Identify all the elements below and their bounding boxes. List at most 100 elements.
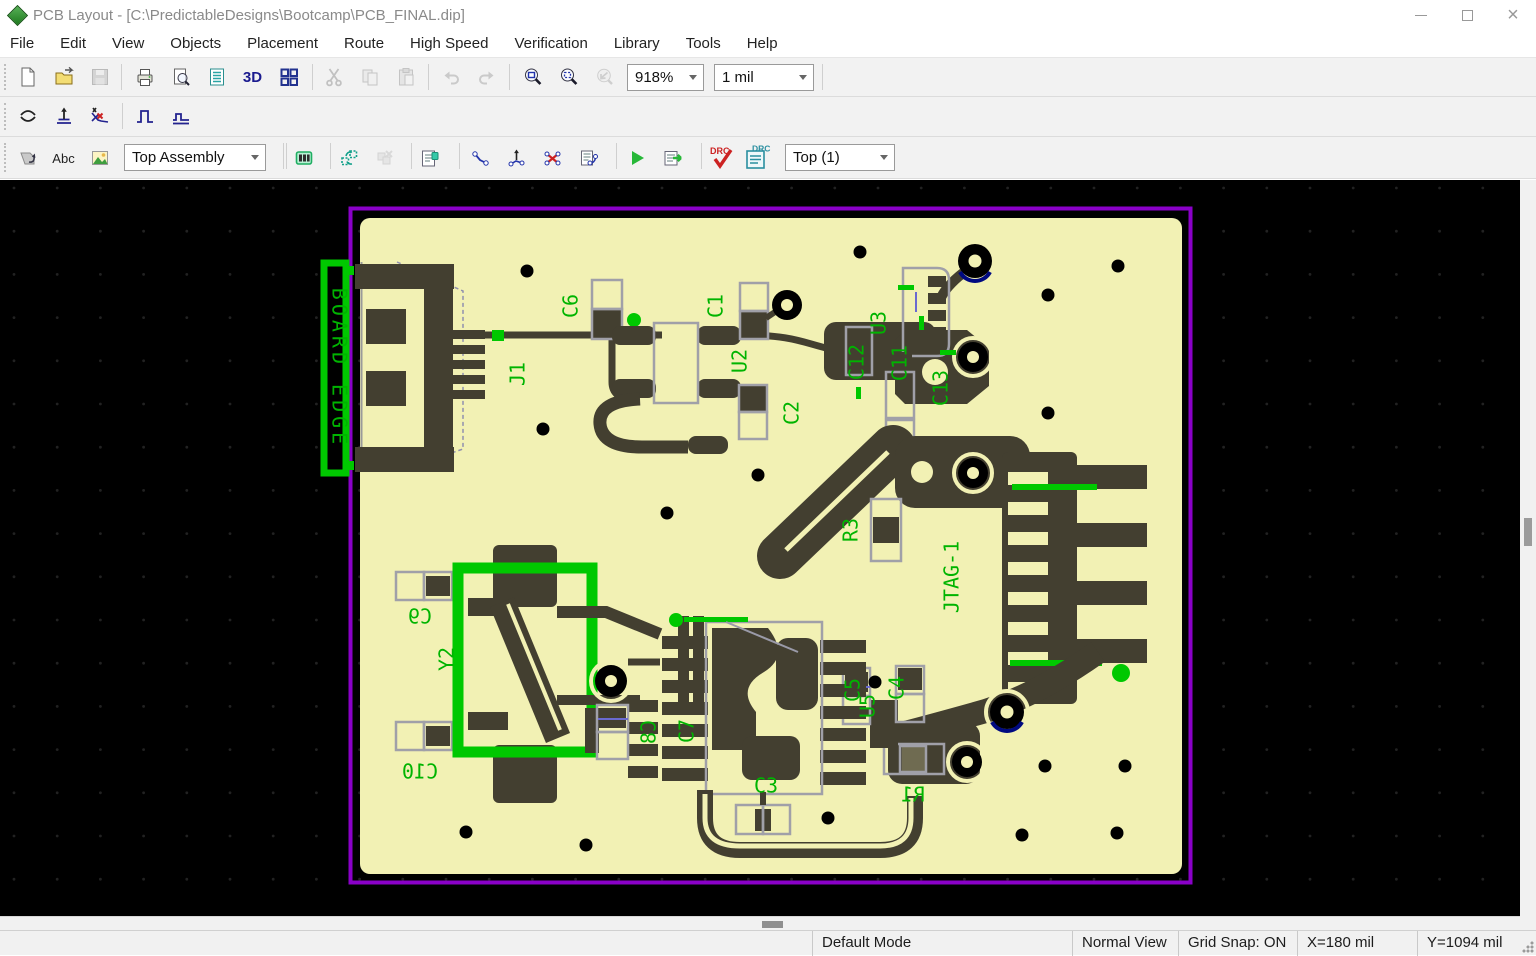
run-autorouter-icon — [626, 147, 648, 169]
silkscreen-label[interactable]: R1 — [901, 783, 925, 807]
title-bar: PCB Layout - [C:\PredictableDesigns\Boot… — [0, 0, 1536, 30]
length-match-button[interactable] — [47, 100, 80, 132]
menu-route[interactable]: Route — [331, 30, 397, 58]
silkscreen-label[interactable]: C7 — [675, 719, 699, 743]
silkscreen-label[interactable]: C11 — [888, 345, 912, 381]
meander-button[interactable] — [128, 100, 161, 132]
silkscreen-label[interactable]: Y2 — [435, 647, 459, 671]
save-file-button[interactable] — [83, 61, 116, 93]
silkscreen-label[interactable]: C13 — [929, 370, 953, 406]
pcb-drawing: BOARD EDGE J1 C6 C1 U2 C2 U3 C12 C11 C13 R3 JTAG-1 Y… — [0, 180, 1520, 916]
menu-edit[interactable]: Edit — [47, 30, 99, 58]
pattern-footprint-button[interactable] — [287, 142, 320, 174]
silkscreen-label[interactable]: BOARD EDGE — [328, 288, 352, 448]
unroute-highspeed-button[interactable] — [83, 100, 116, 132]
place-shape-button[interactable] — [11, 142, 44, 174]
redo-button[interactable] — [470, 61, 503, 93]
save-file-icon — [89, 66, 111, 88]
menu-high-speed[interactable]: High Speed — [397, 30, 501, 58]
silkscreen-label[interactable]: C4 — [885, 676, 909, 700]
menu-file[interactable]: File — [0, 30, 47, 58]
pattern-delete-icon — [374, 147, 396, 169]
pcb-canvas[interactable]: BOARD EDGE J1 C6 C1 U2 C2 U3 C12 C11 C13 R3 JTAG-1 Y… — [0, 180, 1520, 916]
vertical-scrollbar-thumb[interactable] — [1524, 518, 1532, 546]
menu-placement[interactable]: Placement — [234, 30, 331, 58]
vertical-scrollbar[interactable] — [1520, 180, 1536, 916]
diff-pair-button[interactable] — [11, 100, 44, 132]
place-text-button[interactable]: Abc — [47, 142, 80, 174]
silkscreen-label[interactable]: C10 — [402, 760, 438, 784]
view-3d-button[interactable]: 3D — [236, 61, 269, 93]
status-x-coordinate: X=180 mil — [1297, 931, 1417, 956]
print-preview-button[interactable] — [164, 61, 197, 93]
toolbar-grip[interactable] — [4, 103, 7, 130]
silkscreen-label[interactable]: JTAG-1 — [940, 541, 964, 613]
menu-library[interactable]: Library — [601, 30, 673, 58]
menu-verification[interactable]: Verification — [501, 30, 600, 58]
drc-report-icon: DRC — [743, 144, 773, 172]
drc-report-button[interactable]: DRC — [741, 142, 774, 174]
menu-objects[interactable]: Objects — [157, 30, 234, 58]
undo-button[interactable] — [434, 61, 467, 93]
undo-icon — [440, 66, 462, 88]
menu-view[interactable]: View — [99, 30, 157, 58]
meander-single-button[interactable] — [164, 100, 197, 132]
zoom-window-button[interactable] — [516, 61, 549, 93]
copy-button[interactable] — [353, 61, 386, 93]
close-button[interactable]: × — [1490, 0, 1536, 30]
app-logo-icon — [7, 4, 28, 25]
route-info-icon — [578, 147, 600, 169]
toolbar-separator — [283, 143, 284, 169]
active-layer-select[interactable]: Top (1) — [785, 144, 895, 171]
route-delete-button[interactable] — [536, 142, 569, 174]
silkscreen-label[interactable]: C2 — [780, 401, 804, 425]
toolbar-grip[interactable] — [4, 64, 7, 90]
silkscreen-label[interactable]: C1 — [704, 294, 728, 318]
new-file-button[interactable] — [11, 61, 44, 93]
drc-check-button[interactable]: DRC — [705, 142, 738, 174]
autorouter-report-button[interactable] — [656, 142, 689, 174]
menu-help[interactable]: Help — [734, 30, 791, 58]
horizontal-scrollbar-thumb[interactable] — [762, 921, 783, 928]
run-autorouter-button[interactable] — [620, 142, 653, 174]
pattern-properties-button[interactable] — [413, 142, 446, 174]
silkscreen-label[interactable]: C8 — [637, 720, 661, 744]
silkscreen-label[interactable]: U2 — [728, 349, 752, 373]
route-length-button[interactable] — [500, 142, 533, 174]
silkscreen-label[interactable]: C3 — [754, 774, 778, 798]
route-net-button[interactable] — [464, 142, 497, 174]
silkscreen-label[interactable]: U5 — [856, 694, 880, 718]
pattern-update-button[interactable] — [332, 142, 365, 174]
minimize-button[interactable] — [1398, 0, 1444, 30]
toolbar-grip[interactable] — [4, 143, 7, 172]
menu-tools[interactable]: Tools — [673, 30, 734, 58]
report-button[interactable] — [200, 61, 233, 93]
display-layer-select[interactable]: Top Assembly — [124, 144, 266, 171]
open-file-button[interactable] — [47, 61, 80, 93]
silkscreen-label[interactable]: C12 — [845, 344, 869, 380]
silkscreen-label[interactable]: J1 — [506, 362, 530, 386]
silkscreen-label[interactable]: U3 — [867, 311, 891, 335]
tile-windows-button[interactable] — [272, 61, 305, 93]
pattern-delete-button[interactable] — [368, 142, 401, 174]
horizontal-scrollbar[interactable] — [0, 916, 1520, 930]
print-button[interactable] — [128, 61, 161, 93]
silkscreen-label[interactable]: R3 — [839, 518, 863, 542]
status-grid-snap: Grid Snap: ON — [1178, 931, 1297, 956]
resize-grip[interactable] — [1522, 941, 1534, 953]
zoom-out-button[interactable] — [552, 61, 585, 93]
grid-select[interactable]: 1 mil — [714, 64, 814, 91]
zoom-previous-button[interactable] — [588, 61, 621, 93]
route-info-button[interactable] — [572, 142, 605, 174]
silkscreen-label[interactable]: C6 — [559, 294, 583, 318]
maximize-button[interactable] — [1444, 0, 1490, 30]
zoom-select[interactable]: 918% — [627, 64, 704, 91]
place-picture-button[interactable] — [83, 142, 116, 174]
svg-text:DRC: DRC — [752, 144, 770, 154]
cut-button[interactable] — [317, 61, 350, 93]
zoom-out-icon — [558, 66, 580, 88]
new-file-icon — [17, 66, 39, 88]
tile-windows-icon — [278, 66, 300, 88]
silkscreen-label[interactable]: C9 — [408, 605, 432, 629]
paste-button[interactable] — [389, 61, 422, 93]
